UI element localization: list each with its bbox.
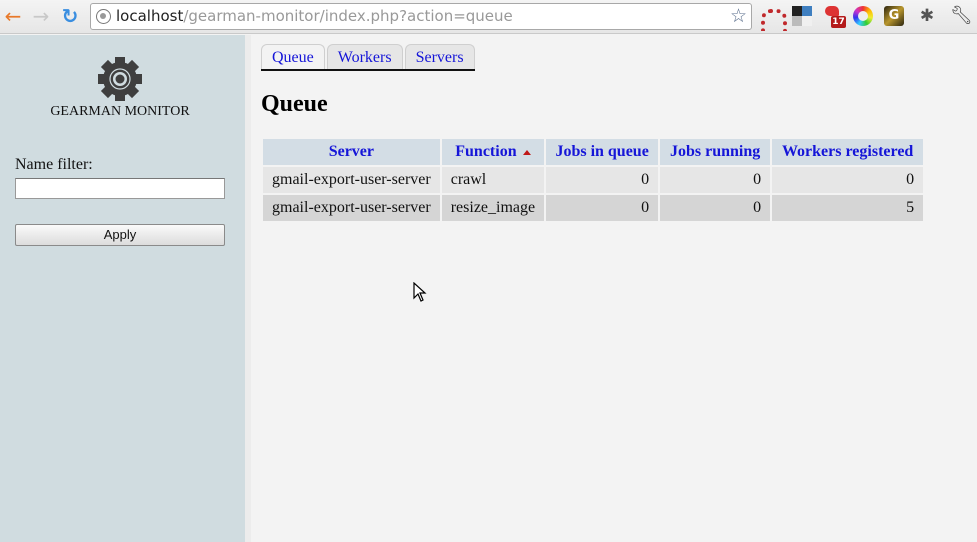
name-filter-input[interactable]: [15, 178, 225, 199]
url-host: localhost: [116, 7, 184, 25]
wrench-icon[interactable]: 🔧︎: [950, 5, 973, 26]
column-header-server[interactable]: Server: [263, 139, 440, 165]
queue-table: Server Function Jobs in queue Jobs runni…: [261, 137, 925, 223]
back-arrow-icon[interactable]: ←: [2, 5, 24, 27]
blocks-icon[interactable]: [792, 6, 812, 26]
column-header-workers-registered[interactable]: Workers registered: [772, 139, 924, 165]
column-header-label: Function: [455, 143, 517, 160]
column-header-jobs-in-queue[interactable]: Jobs in queue: [546, 139, 659, 165]
cell-workers-registered: 0: [772, 167, 924, 193]
url-text: localhost/gearman-monitor/index.php?acti…: [116, 7, 513, 25]
cell-jobs-in-queue: 0: [546, 167, 659, 193]
url-path: /gearman-monitor/index.php?action=queue: [183, 7, 513, 25]
cell-server: gmail-export-user-server: [263, 167, 440, 193]
table-header-row: Server Function Jobs in queue Jobs runni…: [263, 139, 924, 165]
mouse-cursor-icon: [413, 282, 427, 302]
redmine-icon[interactable]: [760, 6, 787, 31]
column-header-label: Jobs running: [669, 143, 761, 160]
main-content: Queue Workers Servers Queue Server Funct…: [251, 35, 977, 542]
table-row: gmail-export-user-server crawl 0 0 0: [263, 167, 924, 193]
tab-queue[interactable]: Queue: [261, 44, 325, 69]
browser-toolbar: ← → ↻ localhost/gearman-monitor/index.ph…: [0, 0, 977, 34]
app-logo-text: GEARMAN MONITOR: [50, 104, 190, 119]
gear-icon: [98, 57, 142, 101]
sidebar: GEARMAN MONITOR Name filter: Apply: [0, 35, 245, 542]
name-filter-label: Name filter:: [15, 156, 93, 173]
column-header-label: Workers registered: [781, 143, 914, 160]
cell-function: resize_image: [441, 195, 545, 221]
cell-function: crawl: [441, 167, 545, 193]
cell-server: gmail-export-user-server: [263, 195, 440, 221]
tab-bar: Queue Workers Servers: [261, 44, 475, 71]
address-bar[interactable]: localhost/gearman-monitor/index.php?acti…: [90, 3, 752, 30]
page-title: Queue: [261, 91, 328, 117]
column-header-label: Server: [328, 143, 375, 160]
cell-jobs-running: 0: [660, 167, 771, 193]
bug-icon[interactable]: ✱: [917, 6, 937, 26]
color-wheel-icon[interactable]: [853, 6, 873, 26]
cell-workers-registered: 5: [772, 195, 924, 221]
column-header-label: Jobs in queue: [555, 143, 649, 160]
g-icon[interactable]: G: [884, 6, 904, 26]
cell-jobs-running: 0: [660, 195, 771, 221]
notification-badge: 17: [831, 16, 846, 28]
bookmark-star-icon[interactable]: ☆: [730, 5, 747, 27]
tab-workers[interactable]: Workers: [326, 44, 403, 69]
tab-servers[interactable]: Servers: [404, 44, 475, 69]
cell-jobs-in-queue: 0: [546, 195, 659, 221]
bird-icon[interactable]: 17: [823, 6, 846, 28]
apply-button[interactable]: Apply: [15, 224, 225, 246]
forward-arrow-icon[interactable]: →: [30, 5, 52, 27]
globe-icon: [96, 9, 111, 24]
column-header-jobs-running[interactable]: Jobs running: [660, 139, 771, 165]
sort-ascending-icon: [522, 149, 531, 155]
column-header-function[interactable]: Function: [441, 139, 545, 165]
table-row: gmail-export-user-server resize_image 0 …: [263, 195, 924, 221]
reload-icon[interactable]: ↻: [59, 5, 81, 27]
